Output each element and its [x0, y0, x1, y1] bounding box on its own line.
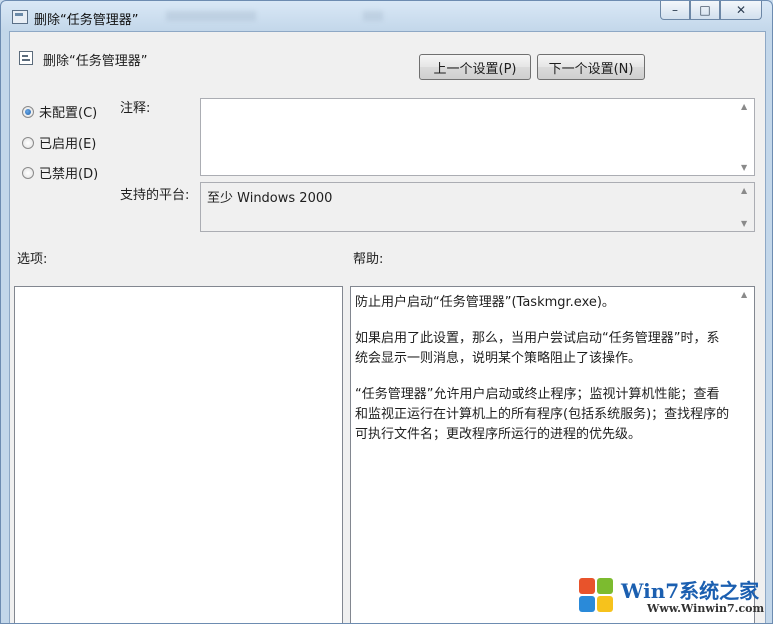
help-line: 和监视正运行在计算机上的所有程序(包括系统服务)；查找程序的 — [355, 407, 730, 422]
comment-textarea[interactable]: ▲ ▼ — [200, 98, 755, 176]
site-watermark: Win7系统之家 Www.Winwin7.com — [575, 572, 773, 624]
scroll-down-icon[interactable]: ▼ — [741, 219, 747, 228]
radio-disabled-indicator[interactable] — [22, 166, 34, 179]
policy-setting-icon — [19, 51, 33, 65]
scroll-up-icon[interactable]: ▲ — [741, 102, 747, 111]
watermark-url: Www.Winwin7.com — [647, 602, 765, 615]
title-blur-2 — [363, 11, 383, 21]
comment-scrollbar[interactable]: ▲ ▼ — [737, 99, 754, 175]
help-line: 统会显示一则消息，说明某个策略阻止了该操作。 — [355, 351, 642, 366]
radio-not-configured[interactable]: 未配置(C) — [22, 102, 97, 121]
radio-disabled[interactable]: 已禁用(D) — [22, 163, 98, 182]
platform-field: 至少 Windows 2000 ▲ ▼ — [200, 182, 755, 232]
title-bar[interactable]: 删除“任务管理器” – □ ✕ — [1, 1, 772, 31]
previous-setting-button[interactable]: 上一个设置(P) — [419, 54, 531, 80]
help-label: 帮助: — [353, 252, 384, 267]
dialog-window: 删除“任务管理器” – □ ✕ 删除“任务管理器” 上一个设置(P) 下一个设置… — [0, 0, 773, 624]
help-line: 防止用户启动“任务管理器”(Taskmgr.exe)。 — [355, 295, 615, 310]
watermark-brand: Win7系统之家 — [621, 579, 760, 603]
radio-not-configured-label: 未配置(C) — [39, 106, 98, 121]
policy-name: 删除“任务管理器” — [43, 54, 148, 69]
maximize-button[interactable]: □ — [690, 1, 720, 20]
windows-logo-icon — [579, 578, 615, 614]
platform-value: 至少 Windows 2000 — [207, 191, 333, 206]
radio-enabled[interactable]: 已启用(E) — [22, 133, 96, 152]
radio-disabled-label: 已禁用(D) — [39, 167, 99, 182]
radio-enabled-indicator[interactable] — [22, 136, 34, 149]
scroll-up-icon[interactable]: ▲ — [741, 186, 747, 195]
options-label: 选项: — [17, 252, 48, 267]
policy-window-icon — [12, 10, 28, 24]
next-setting-button[interactable]: 下一个设置(N) — [537, 54, 645, 80]
window-controls: – □ ✕ — [660, 1, 762, 20]
scroll-down-icon[interactable]: ▼ — [741, 163, 747, 172]
close-button[interactable]: ✕ — [720, 1, 762, 20]
radio-not-configured-indicator[interactable] — [22, 105, 34, 118]
help-line: “任务管理器”允许用户启动或终止程序；监视计算机性能；查看 — [355, 387, 720, 402]
platform-label: 支持的平台: — [120, 188, 190, 203]
radio-enabled-label: 已启用(E) — [39, 137, 97, 152]
help-line: 可执行文件名；更改程序所运行的进程的优先级。 — [355, 427, 642, 442]
options-pane — [14, 286, 343, 623]
minimize-button[interactable]: – — [660, 1, 690, 20]
platform-scrollbar[interactable]: ▲ ▼ — [737, 183, 754, 231]
title-blur — [166, 11, 256, 21]
scroll-up-icon[interactable]: ▲ — [741, 290, 747, 299]
window-title: 删除“任务管理器” — [34, 13, 139, 28]
comment-label: 注释: — [120, 101, 151, 116]
dialog-client: 删除“任务管理器” 上一个设置(P) 下一个设置(N) 未配置(C) 已启用(E… — [9, 31, 766, 623]
help-line: 如果启用了此设置，那么，当用户尝试启动“任务管理器”时，系 — [355, 331, 720, 346]
